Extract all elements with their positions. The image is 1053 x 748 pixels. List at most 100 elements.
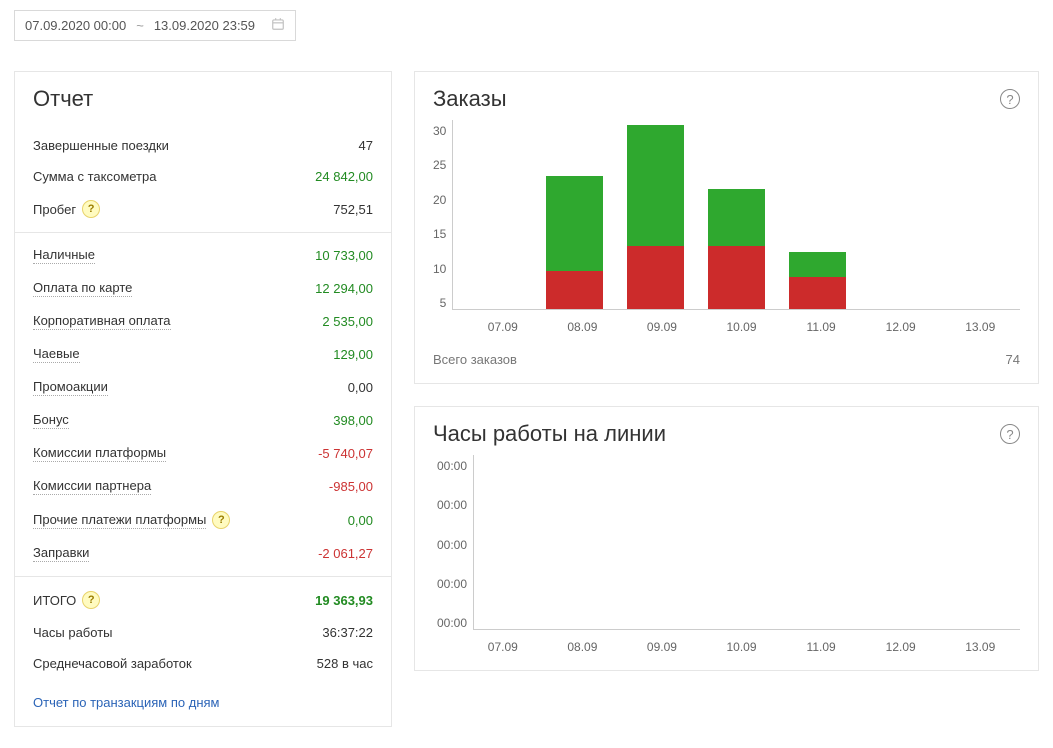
- y-tick: 00:00: [437, 577, 467, 591]
- x-tick: 12.09: [861, 320, 941, 334]
- report-row-value: 36:37:22: [322, 625, 373, 640]
- report-row-label[interactable]: Чаевые: [33, 346, 80, 363]
- x-tick: 10.09: [702, 320, 782, 334]
- report-section-totals: ИТОГО? 19 363,93 Часы работы 36:37:22 Средне…: [15, 576, 391, 685]
- report-row-value: 752,51: [333, 202, 373, 217]
- help-icon[interactable]: ?: [1000, 424, 1020, 444]
- report-row: Комиссии платформы -5 740,07: [15, 437, 391, 470]
- chart-bar: [627, 125, 684, 309]
- y-tick: 5: [440, 296, 447, 310]
- report-title: Отчет: [15, 72, 391, 124]
- report-row: Чаевые 129,00: [15, 338, 391, 371]
- hours-card: Часы работы на линии ? 00:0000:0000:0000…: [414, 406, 1039, 671]
- help-badge-icon[interactable]: ?: [82, 200, 100, 218]
- orders-total-label: Всего заказов: [433, 352, 517, 367]
- report-row-value: 528 в час: [317, 656, 373, 671]
- report-row: Наличные 10 733,00: [15, 239, 391, 272]
- x-tick: 08.09: [543, 640, 623, 654]
- report-row-label: Часы работы: [33, 625, 113, 640]
- report-row: Бонус 398,00: [15, 404, 391, 437]
- report-row-value: 12 294,00: [315, 281, 373, 296]
- report-row-value: 0,00: [348, 380, 373, 395]
- report-row: Промоакции 0,00: [15, 371, 391, 404]
- report-row-label: Среднечасовой заработок: [33, 656, 192, 671]
- report-row: Пробег? 752,51: [15, 192, 391, 226]
- y-tick: 00:00: [437, 498, 467, 512]
- orders-total-value: 74: [1006, 352, 1020, 367]
- report-row-label[interactable]: Промоакции: [33, 379, 108, 396]
- report-row-label[interactable]: Комиссии платформы: [33, 445, 166, 462]
- report-row-label[interactable]: Комиссии партнера: [33, 478, 151, 495]
- report-row-label[interactable]: Прочие платежи платформы: [33, 512, 206, 529]
- report-row-value: 24 842,00: [315, 169, 373, 184]
- date-separator: ~: [136, 18, 144, 33]
- report-row-value: -5 740,07: [318, 446, 373, 461]
- hours-chart: 00:00 00:00 00:00 00:00 00:00 07.0908.0909.09…: [433, 455, 1020, 654]
- orders-chart: 3025201510507.0908.0909.0910.0911.0912.0…: [433, 120, 1020, 334]
- report-row-value: 19 363,93: [315, 593, 373, 608]
- y-tick: 30: [433, 124, 446, 138]
- calendar-icon: [271, 17, 285, 34]
- x-tick: 09.09: [622, 320, 702, 334]
- y-tick: 10: [433, 262, 446, 276]
- report-row-value: 0,00: [348, 513, 373, 528]
- x-tick: 12.09: [861, 640, 941, 654]
- report-row: Сумма с таксометра 24 842,00: [15, 161, 391, 192]
- x-tick: 07.09: [463, 320, 543, 334]
- report-row-value: 398,00: [333, 413, 373, 428]
- report-row: ИТОГО? 19 363,93: [15, 583, 391, 617]
- x-tick: 10.09: [702, 640, 782, 654]
- x-tick: 13.09: [940, 640, 1020, 654]
- transactions-by-day-link[interactable]: Отчет по транзакциям по дням: [33, 695, 219, 710]
- x-tick: 07.09: [463, 640, 543, 654]
- y-tick: 00:00: [437, 616, 467, 630]
- report-row-label[interactable]: Наличные: [33, 247, 95, 264]
- y-tick: 00:00: [437, 459, 467, 473]
- report-row-label[interactable]: Корпоративная оплата: [33, 313, 171, 330]
- x-tick: 09.09: [622, 640, 702, 654]
- report-row-value: -985,00: [329, 479, 373, 494]
- report-row-label: Завершенные поездки: [33, 138, 169, 153]
- x-tick: 08.09: [543, 320, 623, 334]
- hours-title: Часы работы на линии: [433, 421, 666, 447]
- help-icon[interactable]: ?: [1000, 89, 1020, 109]
- report-section-payments: Наличные 10 733,00 Оплата по карте 12 294,0…: [15, 232, 391, 576]
- report-row-value: 2 535,00: [322, 314, 373, 329]
- report-row-label: ИТОГО: [33, 593, 76, 608]
- x-tick: 11.09: [781, 640, 861, 654]
- report-row: Среднечасовой заработок 528 в час: [15, 648, 391, 679]
- orders-title: Заказы: [433, 86, 507, 112]
- date-end: 13.09.2020 23:59: [154, 18, 255, 33]
- chart-bar: [546, 176, 603, 309]
- report-row: Часы работы 36:37:22: [15, 617, 391, 648]
- date-range-picker[interactable]: 07.09.2020 00:00 ~ 13.09.2020 23:59: [14, 10, 296, 41]
- chart-bar: [789, 252, 846, 309]
- report-row: Оплата по карте 12 294,00: [15, 272, 391, 305]
- report-row: Завершенные поездки 47: [15, 130, 391, 161]
- report-row: Заправки -2 061,27: [15, 537, 391, 570]
- report-row: Комиссии партнера -985,00: [15, 470, 391, 503]
- report-row-label: Пробег: [33, 202, 76, 217]
- report-row-value: -2 061,27: [318, 546, 373, 561]
- report-row: Корпоративная оплата 2 535,00: [15, 305, 391, 338]
- date-start: 07.09.2020 00:00: [25, 18, 126, 33]
- report-card: Отчет Завершенные поездки 47 Сумма с таксо…: [14, 71, 392, 727]
- help-badge-icon[interactable]: ?: [212, 511, 230, 529]
- y-tick: 25: [433, 158, 446, 172]
- report-row-value: 47: [359, 138, 373, 153]
- y-tick: 15: [433, 227, 446, 241]
- y-tick: 00:00: [437, 538, 467, 552]
- report-section-summary: Завершенные поездки 47 Сумма с таксометра 2…: [15, 124, 391, 232]
- report-row-label[interactable]: Оплата по карте: [33, 280, 132, 297]
- report-link-row: Отчет по транзакциям по дням: [15, 685, 391, 726]
- report-row-value: 129,00: [333, 347, 373, 362]
- x-tick: 13.09: [940, 320, 1020, 334]
- report-row-label[interactable]: Заправки: [33, 545, 89, 562]
- y-tick: 20: [433, 193, 446, 207]
- chart-bar: [708, 189, 765, 309]
- report-row: Прочие платежи платформы? 0,00: [15, 503, 391, 537]
- report-row-label[interactable]: Бонус: [33, 412, 69, 429]
- help-badge-icon[interactable]: ?: [82, 591, 100, 609]
- report-row-value: 10 733,00: [315, 248, 373, 263]
- report-row-label: Сумма с таксометра: [33, 169, 156, 184]
